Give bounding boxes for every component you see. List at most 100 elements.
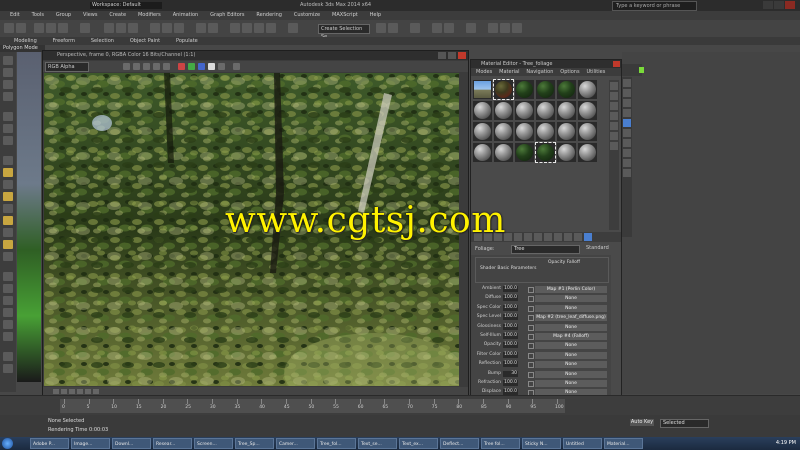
status-icon[interactable] [69, 389, 75, 394]
menu-animation[interactable]: Animation [173, 11, 199, 20]
clone-icon[interactable] [143, 63, 150, 70]
map-enable-checkbox[interactable] [528, 287, 534, 293]
tool-icon[interactable] [623, 169, 631, 177]
map-amount-spinner[interactable]: 100.0 [503, 286, 518, 292]
undo-icon[interactable] [4, 23, 14, 33]
rendered-frame-icon[interactable] [500, 23, 510, 33]
menu-graph-editors[interactable]: Graph Editors [210, 11, 244, 20]
taskbar-item[interactable]: Downl... [112, 438, 151, 449]
map-amount-spinner[interactable]: 100.0 [503, 333, 518, 339]
blue-channel-icon[interactable] [198, 63, 205, 70]
material-slot[interactable] [578, 143, 597, 162]
menu-group[interactable]: Group [56, 11, 71, 20]
tool-icon[interactable] [3, 296, 13, 305]
tool-icon[interactable] [623, 119, 631, 127]
tool-icon[interactable] [623, 159, 631, 167]
tool-icon[interactable] [3, 92, 13, 101]
save-icon[interactable] [123, 63, 130, 70]
tool-icon[interactable] [623, 79, 631, 87]
material-slot[interactable] [536, 122, 555, 141]
show-map-icon[interactable] [554, 233, 562, 241]
select-icon[interactable] [104, 23, 114, 33]
map-slot-button[interactable]: None [535, 370, 607, 378]
material-slot[interactable] [515, 122, 534, 141]
tool-icon[interactable] [3, 332, 13, 341]
map-enable-checkbox[interactable] [528, 296, 534, 303]
clear-icon[interactable] [163, 63, 170, 70]
tool-icon[interactable] [3, 308, 13, 317]
light-icon[interactable] [3, 240, 13, 249]
map-slot-button[interactable]: None [535, 323, 607, 331]
material-slot[interactable] [557, 80, 576, 99]
close-button[interactable] [458, 52, 466, 59]
tool-icon[interactable] [3, 204, 13, 213]
tab-modeling[interactable]: Modeling [14, 37, 37, 45]
angle-snap-icon[interactable] [242, 23, 252, 33]
set-key-dropdown[interactable]: Selected [660, 419, 709, 428]
material-slot[interactable] [515, 80, 534, 99]
map-amount-spinner[interactable]: 100.0 [503, 361, 518, 368]
swatch-icon[interactable] [233, 63, 240, 70]
material-editor-icon[interactable] [466, 23, 476, 33]
taskbar-item[interactable]: Tree_fol... [317, 438, 356, 449]
tool-icon[interactable] [3, 272, 13, 281]
folder-icon[interactable] [3, 192, 13, 201]
material-slot[interactable] [536, 80, 555, 99]
material-slot[interactable] [515, 143, 534, 162]
tool-icon[interactable] [3, 80, 13, 89]
tool-icon[interactable] [3, 284, 13, 293]
minimize-button[interactable] [763, 1, 773, 9]
tool-icon[interactable] [623, 109, 631, 117]
map-amount-spinner[interactable]: 100.0 [503, 304, 518, 311]
status-icon[interactable] [77, 389, 83, 394]
redo-icon[interactable] [16, 23, 26, 33]
green-channel-icon[interactable] [188, 63, 195, 70]
tool-icon[interactable] [623, 129, 631, 137]
taskbar-item[interactable]: Text_ex... [399, 438, 438, 449]
sample-type-icon[interactable] [610, 82, 618, 90]
search-input[interactable]: Type a keyword or phrase [612, 1, 697, 11]
reference-coord-icon[interactable] [196, 23, 206, 33]
selection-set-dropdown[interactable]: Create Selection Se [318, 24, 370, 40]
menu-maxscript[interactable]: MAXScript [332, 11, 358, 20]
status-icon[interactable] [93, 389, 99, 394]
taskbar-item[interactable]: Tree fol... [481, 438, 520, 449]
menu-rendering[interactable]: Rendering [256, 11, 282, 20]
material-slot[interactable] [473, 80, 492, 99]
menu-material[interactable]: Material [499, 68, 519, 76]
map-slot-button[interactable]: None [535, 342, 607, 350]
go-to-parent-icon[interactable] [574, 233, 582, 241]
mirror-icon[interactable] [376, 23, 386, 33]
select-by-name-icon[interactable] [116, 23, 126, 33]
tool-icon[interactable] [3, 252, 13, 261]
status-icon[interactable] [61, 389, 67, 394]
background-icon[interactable] [610, 102, 618, 110]
taskbar-item[interactable]: Image... [71, 438, 110, 449]
show-end-result-icon[interactable] [564, 233, 572, 241]
unlink-icon[interactable] [46, 23, 56, 33]
tool-icon[interactable] [3, 228, 13, 237]
folder-icon[interactable] [3, 216, 13, 225]
taskbar-item[interactable]: Resear... [153, 438, 192, 449]
menu-customize[interactable]: Customize [294, 11, 320, 20]
map-enable-checkbox[interactable] [528, 371, 534, 378]
print-icon[interactable] [153, 63, 160, 70]
viewport-background[interactable] [17, 52, 41, 382]
make-preview-icon[interactable] [610, 132, 618, 140]
time-slider-track[interactable]: 0 5 10 15 20 25 30 35 40 45 50 55 60 65 70 75 80 85 90 95 10… [60, 399, 565, 413]
auto-key-button[interactable]: Auto Key [630, 419, 654, 426]
folder-icon[interactable] [3, 168, 13, 177]
uv-tiling-icon[interactable] [610, 112, 618, 120]
maximize-button[interactable] [774, 1, 784, 9]
tool-icon[interactable] [3, 124, 13, 133]
map-amount-spinner[interactable]: 100.0 [503, 380, 518, 386]
taskbar-item[interactable]: Tree_Sp... [235, 438, 274, 449]
menu-navigation[interactable]: Navigation [526, 68, 553, 76]
workspace-dropdown[interactable]: Workspace: Default [90, 2, 162, 9]
tool-icon[interactable] [623, 149, 631, 157]
map-slot-button[interactable]: Map #2 (tree_leaf_diffuse.png) [535, 314, 607, 322]
polygon-mode-label[interactable]: Polygon Mode [0, 45, 45, 52]
copy-icon[interactable] [133, 63, 140, 70]
selection-filter-icon[interactable] [80, 23, 90, 33]
material-slot[interactable] [557, 101, 576, 120]
